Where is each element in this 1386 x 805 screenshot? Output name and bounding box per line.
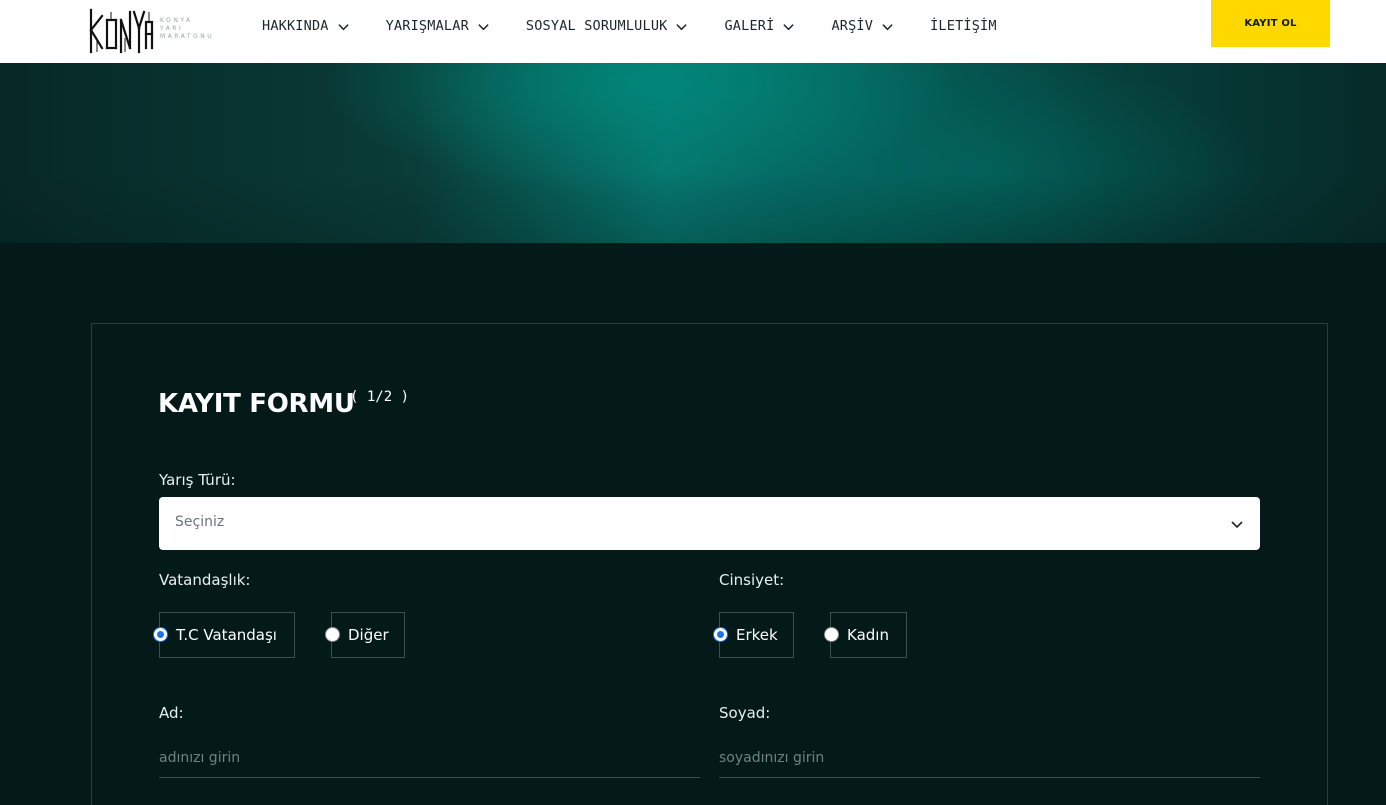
race-type-select-value: Seçiniz <box>175 514 225 530</box>
nav-label: HAKKINDA <box>262 18 329 34</box>
logo-subtitle-line-1: KONYA <box>160 17 193 24</box>
konya-logo-icon <box>89 8 154 54</box>
race-type-select[interactable]: Seçiniz <box>159 497 1260 550</box>
chevron-down-icon <box>478 23 489 30</box>
logo-subtitle-line-3: MARATONU <box>160 33 215 40</box>
radio-label: Kadın <box>847 626 889 644</box>
nav-item-yarismalar[interactable]: YARIŞMALAR <box>386 18 490 34</box>
radio-label: Diğer <box>348 626 389 644</box>
chevron-down-icon <box>337 23 349 30</box>
radio-unchecked-icon[interactable] <box>824 627 839 642</box>
register-button[interactable]: KAYIT OL <box>1211 0 1330 47</box>
radio-unchecked-icon[interactable] <box>325 627 340 642</box>
chevron-down-icon <box>783 23 795 30</box>
nav-label: GALERİ <box>724 18 775 34</box>
form-step-indicator: ( 1/2 ) <box>350 389 410 405</box>
gender-option-erkek[interactable]: Erkek <box>713 612 794 658</box>
nav-label: YARIŞMALAR <box>385 18 469 34</box>
gender-label: Cinsiyet: <box>719 571 785 589</box>
radio-label: Erkek <box>736 626 778 644</box>
chevron-down-icon <box>1231 521 1243 529</box>
race-type-label: Yarış Türü: <box>159 471 236 489</box>
chevron-down-icon <box>882 23 893 30</box>
main-nav: HAKKINDA YARIŞMALAR SOSYAL SORUMLULUK GA… <box>262 0 997 52</box>
nav-item-galeri[interactable]: GALERİ <box>724 18 795 34</box>
citizenship-option-diger[interactable]: Diğer <box>325 612 405 658</box>
logo-subtitle-line-2: YARI <box>160 25 184 32</box>
nav-item-sosyal-sorumluluk[interactable]: SOSYAL SORUMLULUK <box>526 18 689 34</box>
nav-item-arsiv[interactable]: ARŞİV <box>831 18 894 34</box>
chevron-down-icon <box>676 23 688 30</box>
radio-checked-icon[interactable] <box>713 627 728 642</box>
first-name-input[interactable] <box>159 738 700 778</box>
radio-checked-icon[interactable] <box>153 627 168 642</box>
form-title: KAYIT FORMU <box>158 389 355 419</box>
last-name-label: Soyad: <box>719 704 771 722</box>
nav-label: ARŞİV <box>831 18 874 34</box>
nav-item-hakkinda[interactable]: HAKKINDA <box>262 18 350 34</box>
nav-item-iletisim[interactable]: İLETİŞİM <box>930 18 997 34</box>
gender-option-kadin[interactable]: Kadın <box>824 612 907 658</box>
logo[interactable]: KONYA YARI MARATONU <box>88 8 218 54</box>
nav-label: SOSYAL SORUMLULUK <box>525 18 668 34</box>
radio-label: T.C Vatandaşı <box>176 626 277 644</box>
site-header: KONYA YARI MARATONU HAKKINDA YARIŞMALAR … <box>0 0 1386 63</box>
last-name-input[interactable] <box>719 738 1260 778</box>
hero-banner <box>0 63 1386 243</box>
logo-subtitle: KONYA YARI MARATONU <box>160 17 214 41</box>
nav-label: İLETİŞİM <box>930 18 997 34</box>
first-name-label: Ad: <box>159 704 184 722</box>
citizenship-label: Vatandaşlık: <box>159 571 251 589</box>
citizenship-option-tc[interactable]: T.C Vatandaşı <box>153 612 295 658</box>
